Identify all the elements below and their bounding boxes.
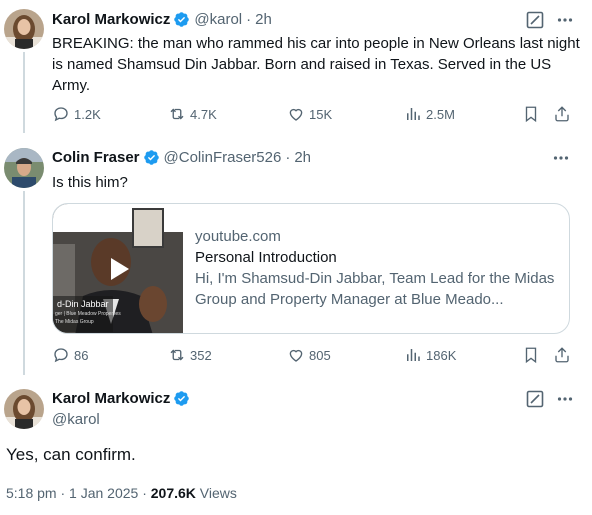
- views-count: 186K: [426, 347, 457, 363]
- views-label: Views: [195, 485, 237, 501]
- reply-count: 1.2K: [74, 106, 101, 122]
- play-icon[interactable]: [104, 255, 132, 283]
- like-icon: [289, 349, 303, 362]
- avatar-colin[interactable]: [4, 148, 44, 188]
- reply-icon: [54, 107, 68, 122]
- tweet3-header: Karol Markowicz: [52, 390, 190, 407]
- card-description: Hi, I'm Shamsud-Din Jabbar, Team Lead fo…: [195, 270, 555, 308]
- video-thumbnail[interactable]: d-Din Jabbar ger | Blue Meadow Propertie…: [53, 204, 183, 333]
- views-count: 2.5M: [426, 106, 455, 122]
- reply-button[interactable]: 1.2K: [52, 105, 101, 123]
- like-button[interactable]: 805: [287, 346, 331, 364]
- author-handle[interactable]: @karol: [194, 11, 242, 28]
- share-button[interactable]: [553, 105, 571, 123]
- repost-icon: [170, 349, 184, 361]
- grok-icon[interactable]: [526, 11, 544, 29]
- author-name[interactable]: Karol Markowicz: [52, 390, 170, 407]
- tweet1-text: BREAKING: the man who rammed his car int…: [52, 35, 580, 94]
- tweet1-top-actions: [526, 11, 574, 29]
- bookmark-button[interactable]: [522, 105, 540, 123]
- like-count: 805: [309, 347, 331, 363]
- share-icon: [555, 347, 569, 363]
- thread-line: [23, 52, 25, 133]
- share-button[interactable]: [553, 346, 571, 364]
- views-button[interactable]: 2.5M: [404, 105, 455, 123]
- avatar-karol[interactable]: [4, 389, 44, 429]
- tweet2-header: Colin Fraser @ColinFraser526 · 2h: [52, 149, 311, 166]
- bookmark-button[interactable]: [522, 346, 540, 364]
- repost-icon: [170, 108, 184, 120]
- views-icon: [407, 108, 420, 120]
- reply-icon: [54, 348, 68, 363]
- timestamp[interactable]: 2h: [255, 11, 272, 28]
- more-icon[interactable]: [556, 11, 574, 29]
- views-total: 207.6K: [150, 485, 196, 501]
- bookmark-icon: [525, 106, 537, 123]
- tweet3-meta: 5:18 pm · 1 Jan 2025 · 207.6K Views: [6, 485, 237, 501]
- tweet3-text: Yes, can confirm.: [6, 445, 136, 464]
- card-text: youtube.com Personal Introduction Hi, I'…: [195, 226, 565, 310]
- reply-count: 86: [74, 347, 89, 363]
- author-name[interactable]: Karol Markowicz: [52, 11, 170, 28]
- author-handle[interactable]: @karol: [52, 411, 100, 428]
- bookmark-icon: [525, 347, 537, 364]
- tweet2-top-actions: [552, 149, 570, 167]
- thread-line: [23, 191, 25, 375]
- repost-button[interactable]: 4.7K: [168, 105, 217, 123]
- posted-time[interactable]: 5:18 pm · 1 Jan 2025 ·: [6, 485, 151, 501]
- like-count: 15K: [309, 106, 333, 122]
- avatar-karol[interactable]: [4, 9, 44, 49]
- author-handle[interactable]: @ColinFraser526: [164, 149, 282, 166]
- reply-button[interactable]: 86: [52, 346, 88, 364]
- repost-count: 352: [190, 347, 212, 363]
- timestamp[interactable]: 2h: [294, 149, 311, 166]
- thumb-subcaption: ger | Blue Meadow Properties: [55, 311, 121, 317]
- verified-icon: [174, 391, 190, 406]
- tweet1-header: Karol Markowicz @karol · 2h: [52, 11, 272, 28]
- thumb-subcaption-2: The Midas Group: [55, 319, 94, 325]
- repost-button[interactable]: 352: [168, 346, 212, 364]
- like-button[interactable]: 15K: [287, 105, 332, 123]
- verified-icon: [174, 12, 190, 27]
- views-icon: [407, 349, 420, 361]
- grok-icon[interactable]: [526, 390, 544, 408]
- link-card[interactable]: d-Din Jabbar ger | Blue Meadow Propertie…: [52, 203, 570, 334]
- verified-icon: [143, 150, 159, 165]
- tweet3-top-actions: [526, 390, 574, 408]
- tweet2-text: Is this him?: [52, 174, 128, 191]
- author-name[interactable]: Colin Fraser: [52, 149, 140, 166]
- repost-count: 4.7K: [190, 106, 217, 122]
- card-domain: youtube.com: [195, 228, 281, 245]
- views-button[interactable]: 186K: [404, 346, 456, 364]
- thumb-caption: d-Din Jabbar: [57, 299, 109, 309]
- like-icon: [289, 108, 303, 121]
- share-icon: [555, 106, 569, 122]
- more-icon[interactable]: [556, 390, 574, 408]
- card-title: Personal Introduction: [195, 249, 337, 266]
- more-icon[interactable]: [552, 149, 570, 167]
